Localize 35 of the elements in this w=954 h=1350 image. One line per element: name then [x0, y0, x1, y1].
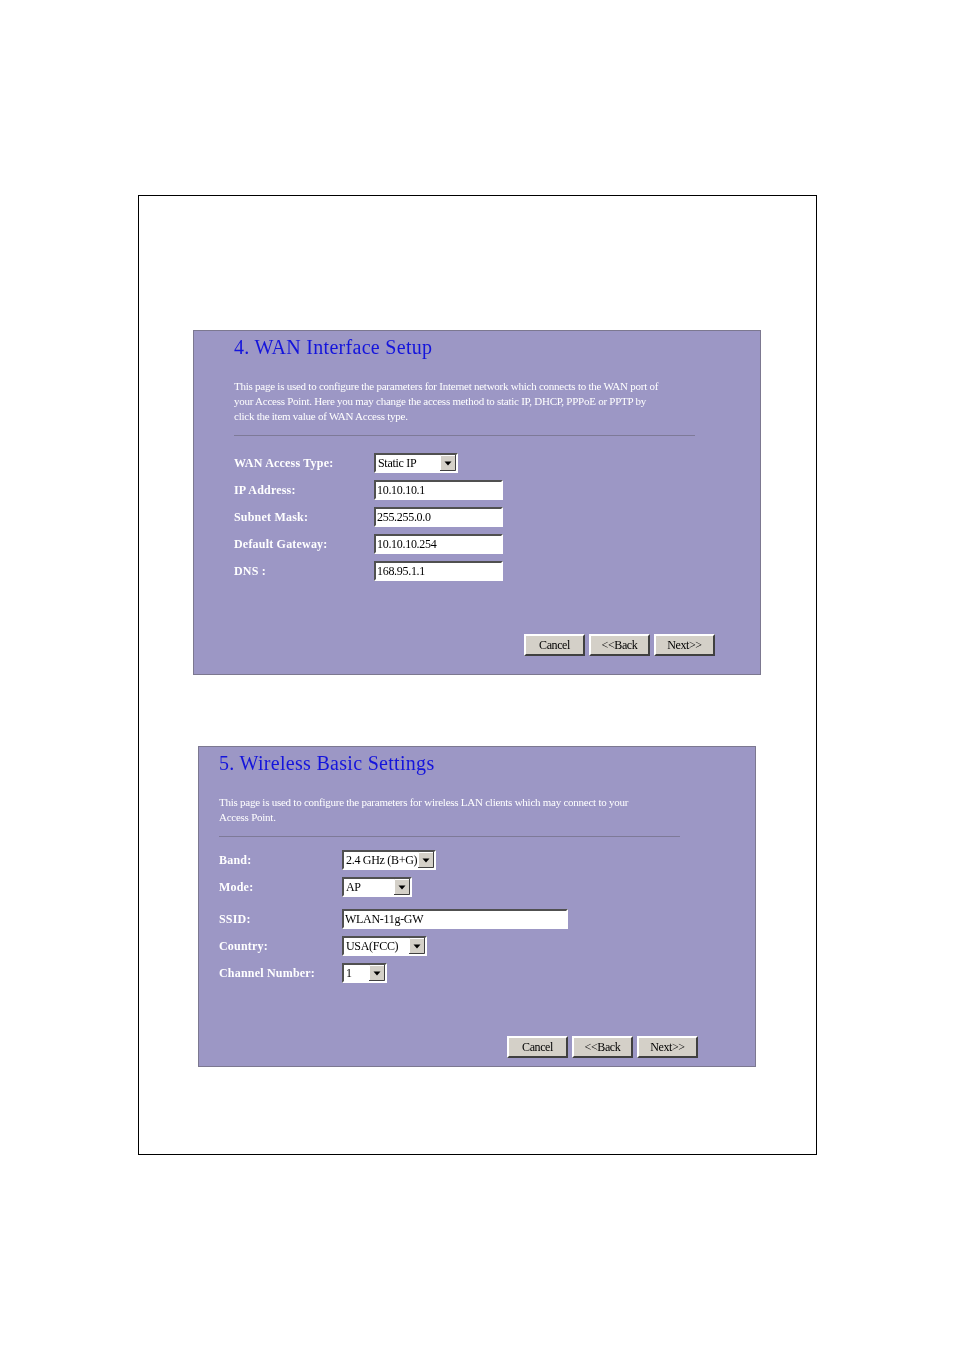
- dropdown-field[interactable]: Static IP: [374, 453, 458, 473]
- field-label: Subnet Mask:: [234, 509, 310, 525]
- field-label: Mode:: [219, 879, 255, 895]
- wizard-button[interactable]: <<Back: [572, 1036, 633, 1058]
- input-field[interactable]: 10.10.10.254: [374, 534, 503, 554]
- dropdown-field[interactable]: AP: [342, 877, 412, 897]
- field-label: WAN Access Type:: [234, 455, 335, 471]
- caret-icon: [418, 852, 434, 868]
- field-label: SSID:: [219, 911, 252, 927]
- field-label: IP Address:: [234, 482, 297, 498]
- input-field[interactable]: 168.95.1.1: [374, 561, 503, 581]
- page-title: 4. WAN Interface Setup: [234, 335, 434, 359]
- wizard-button[interactable]: Cancel: [524, 634, 585, 656]
- description-text: This page is used to configure the parameters for Internet network which connects to the WAN port of your Access Point. Here you may change the access method to static IP, DHCP, PPPoE or PPTP by click the item value of WAN Access type.: [234, 379, 660, 424]
- field-label: Country:: [219, 938, 269, 954]
- input-field[interactable]: WLAN-11g-GW: [342, 909, 568, 929]
- caret-icon: [369, 965, 385, 981]
- wizard-button[interactable]: Next>>: [637, 1036, 698, 1058]
- description-text: This page is used to configure the parameters for wireless LAN clients which may connect to your Access Point.: [219, 795, 630, 825]
- input-field[interactable]: 255.255.0.0: [374, 507, 503, 527]
- caret-icon: [409, 938, 425, 954]
- caret-icon: [394, 879, 410, 895]
- dropdown-field[interactable]: 1: [342, 963, 387, 983]
- dropdown-field[interactable]: 2.4 GHz (B+G): [342, 850, 436, 870]
- field-label: Channel Number:: [219, 965, 316, 981]
- wizard-button[interactable]: Next>>: [654, 634, 715, 656]
- field-label: Default Gateway:: [234, 536, 329, 552]
- field-label: Band:: [219, 852, 253, 868]
- page-title: 5. Wireless Basic Settings: [219, 751, 436, 775]
- wizard-button[interactable]: <<Back: [589, 634, 650, 656]
- field-label: DNS :: [234, 563, 267, 579]
- caret-icon: [440, 455, 456, 471]
- dropdown-field[interactable]: USA(FCC): [342, 936, 427, 956]
- wizard-button[interactable]: Cancel: [507, 1036, 568, 1058]
- input-field[interactable]: 10.10.10.1: [374, 480, 503, 500]
